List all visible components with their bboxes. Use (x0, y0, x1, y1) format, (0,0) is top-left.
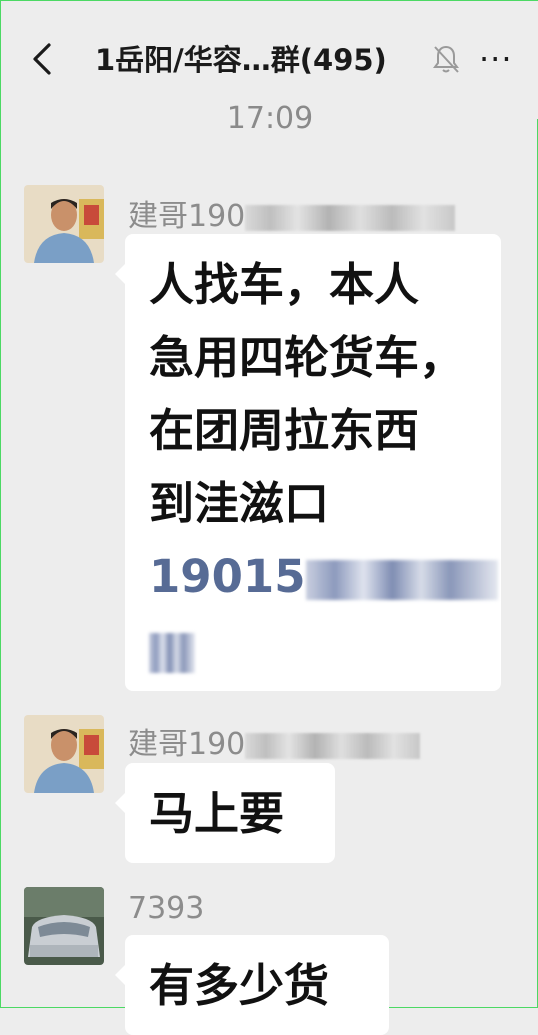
sender-name: 建哥190 (128, 719, 421, 763)
sender-name: 7393 (128, 891, 205, 926)
message-line: 到洼滋口 (149, 477, 330, 530)
chat-header: 1岳阳/华容…群(495) ··· 17:09 (1, 1, 538, 136)
more-dots-icon[interactable]: ··· (479, 43, 513, 75)
blurred-phone (149, 633, 195, 673)
message-line: 在团周拉东西 (149, 404, 420, 457)
phone-link[interactable]: 19015 (149, 540, 498, 613)
avatar[interactable] (24, 715, 104, 793)
back-button[interactable] (29, 39, 59, 79)
avatar[interactable] (24, 185, 104, 263)
message-text: 人找车，本人 急用四轮货车， 在团周拉东西 到洼滋口 19015 (149, 248, 498, 686)
message-line: 急用四轮货车， (149, 331, 465, 384)
message-bubble[interactable]: 马上要 (115, 763, 335, 863)
blurred-phone (305, 560, 498, 600)
sender-name: 建哥190 (128, 191, 456, 235)
chevron-left-icon (33, 43, 51, 75)
phone-link-tail (149, 613, 498, 686)
blurred-phone (245, 732, 421, 759)
message-timestamp: 17:09 (226, 101, 314, 136)
phone-number[interactable]: 19015 (149, 550, 306, 603)
message-bubble[interactable]: 有多少货 (115, 935, 389, 1035)
message-line: 人找车，本人 (149, 258, 420, 311)
sender-name-text: 建哥190 (128, 727, 246, 762)
bell-mute-icon (431, 43, 461, 75)
avatar[interactable] (24, 887, 104, 965)
message-text: 有多少货 (149, 959, 330, 1012)
message-bubble[interactable]: 人找车，本人 急用四轮货车， 在团周拉东西 到洼滋口 19015 (115, 234, 501, 691)
message-text: 马上要 (149, 787, 285, 840)
blurred-phone (245, 204, 456, 231)
chat-title: 1岳阳/华容…群(495) (95, 43, 387, 77)
sender-name-text: 建哥190 (128, 199, 246, 234)
